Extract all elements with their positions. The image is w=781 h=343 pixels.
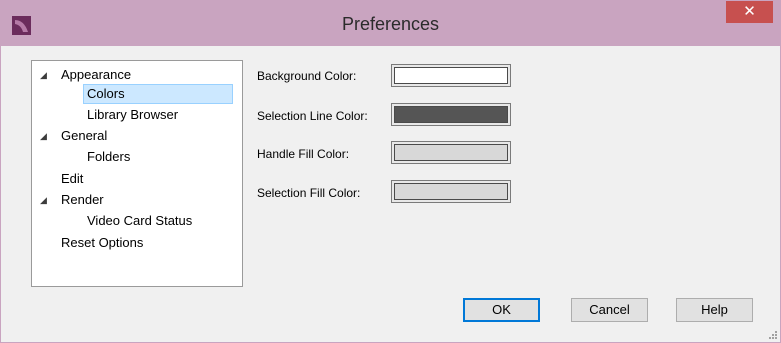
- dialog-body: ◢ Appearance Colors Library Browser ◢ Ge…: [11, 46, 771, 333]
- handle-fill-color-swatch[interactable]: [391, 141, 511, 164]
- title-bar[interactable]: Preferences ✕: [1, 1, 780, 46]
- ok-button[interactable]: OK: [463, 298, 540, 322]
- expand-arrow-icon[interactable]: ◢: [40, 126, 47, 146]
- background-color-swatch[interactable]: [391, 64, 511, 87]
- resize-grip-icon[interactable]: [768, 330, 778, 340]
- color-swatch-fill: [394, 144, 508, 161]
- cancel-button[interactable]: Cancel: [571, 298, 648, 322]
- selection-line-color-swatch[interactable]: [391, 103, 511, 126]
- tree-item-appearance[interactable]: Appearance: [61, 65, 131, 85]
- tree-item-library-browser[interactable]: Library Browser: [87, 105, 178, 125]
- color-swatch-fill: [394, 67, 508, 84]
- expand-arrow-icon[interactable]: ◢: [40, 190, 47, 210]
- handle-fill-color-label: Handle Fill Color:: [257, 147, 350, 161]
- category-tree[interactable]: ◢ Appearance Colors Library Browser ◢ Ge…: [31, 60, 243, 287]
- tree-item-colors[interactable]: Colors: [83, 84, 233, 104]
- tree-item-folders[interactable]: Folders: [87, 147, 130, 167]
- tree-item-edit[interactable]: Edit: [61, 169, 83, 189]
- help-button[interactable]: Help: [676, 298, 753, 322]
- close-button[interactable]: ✕: [726, 1, 773, 23]
- selection-fill-color-label: Selection Fill Color:: [257, 186, 361, 200]
- window-title: Preferences: [341, 14, 440, 34]
- background-color-label: Background Color:: [257, 69, 357, 83]
- tree-item-video-card-status[interactable]: Video Card Status: [87, 211, 192, 231]
- expand-arrow-icon[interactable]: ◢: [40, 65, 47, 85]
- selection-fill-color-swatch[interactable]: [391, 180, 511, 203]
- selection-line-color-label: Selection Line Color:: [257, 109, 368, 123]
- color-swatch-fill: [394, 183, 508, 200]
- tree-item-general[interactable]: General: [61, 126, 107, 146]
- tree-item-reset-options[interactable]: Reset Options: [61, 233, 143, 253]
- close-icon: ✕: [743, 3, 756, 20]
- color-swatch-fill: [394, 106, 508, 123]
- tree-item-render[interactable]: Render: [61, 190, 104, 210]
- preferences-dialog: Preferences ✕ ◢ Appearance Colors Librar…: [0, 0, 781, 343]
